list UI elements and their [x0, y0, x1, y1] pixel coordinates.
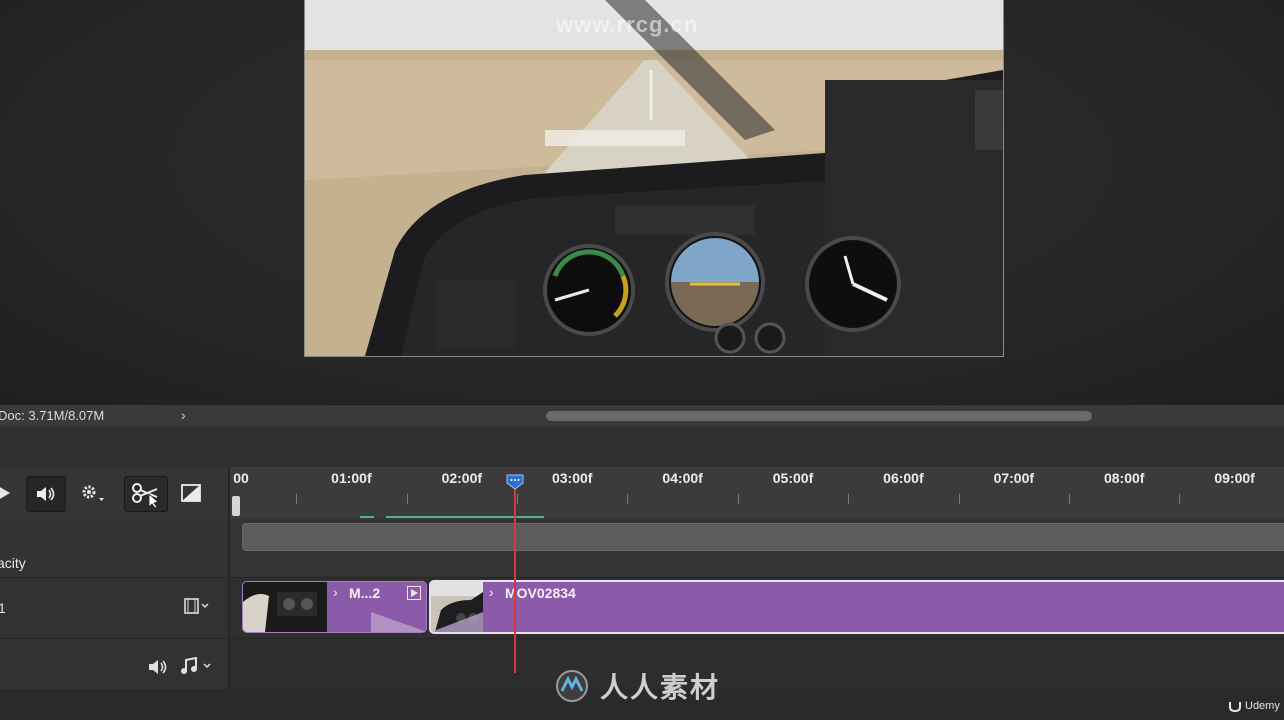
udemy-label: Udemy: [1245, 700, 1280, 712]
ruler-tick-mark: [1069, 494, 1070, 504]
work-area-start-handle[interactable]: [232, 496, 240, 516]
timeline-controls: [0, 467, 228, 519]
speaker-icon: [149, 660, 167, 674]
ruler-tick-mark: [517, 494, 518, 504]
clip-expand-chevron[interactable]: ›: [489, 584, 494, 600]
rrcg-logo-icon: [556, 670, 588, 702]
ruler-tick-mark: [1179, 494, 1181, 504]
add-audio-menu[interactable]: [180, 656, 216, 680]
watermark-logo: 人人素材: [552, 668, 720, 704]
horizontal-scrollbar-thumb[interactable]: [546, 411, 1092, 421]
music-note-icon: [181, 656, 211, 674]
video-layer-header[interactable]: 1: [0, 578, 228, 639]
ruler-tick-mark: [406, 494, 408, 504]
ruler-time-label: 08:00f: [1103, 470, 1145, 486]
opacity-row-header[interactable]: acity: [0, 519, 228, 578]
audio-track[interactable]: [230, 639, 1284, 689]
clip-thumbnail: [243, 582, 327, 632]
clip-expand-chevron[interactable]: ›: [333, 584, 338, 600]
ruler-time-label: 01:00f: [331, 470, 372, 486]
fade-out-handle[interactable]: [371, 612, 427, 632]
udemy-logo-icon: [1229, 702, 1241, 712]
video-clip[interactable]: › M...2: [242, 581, 427, 633]
ruler-time-label: 04:00f: [662, 470, 703, 486]
opacity-track[interactable]: [230, 519, 1284, 578]
ruler-time-label: 07:00f: [993, 470, 1035, 486]
doc-size-readout: Doc: 3.71M/8.07M: [0, 408, 105, 423]
transition-button[interactable]: [178, 476, 204, 510]
ruler-time-label: 05:00f: [772, 470, 814, 486]
playhead-line[interactable]: [514, 483, 516, 673]
ruler-tick-mark: [737, 494, 739, 504]
video-track[interactable]: › M...2 › MOV02834: [230, 578, 1284, 639]
play-button[interactable]: [0, 476, 14, 510]
document-canvas: www.rrcg.cn: [0, 0, 1284, 404]
video-clip[interactable]: › MOV02834: [429, 580, 1284, 634]
fade-in-handle[interactable]: [431, 612, 483, 632]
settings-button[interactable]: [78, 476, 108, 510]
transition-icon: [181, 484, 201, 502]
audio-track-header[interactable]: [0, 639, 228, 689]
play-icon: [0, 487, 10, 499]
audio-toggle-button[interactable]: [26, 476, 66, 512]
audio-mute-button[interactable]: [148, 659, 168, 680]
split-clip-button[interactable]: [124, 476, 168, 512]
cache-indicator: [386, 516, 544, 518]
status-bar: Doc: 3.71M/8.07M ›: [0, 404, 1284, 427]
clip-name: M...2: [349, 585, 381, 601]
clip-menu-icon[interactable]: [407, 586, 421, 600]
scissors-icon: [132, 483, 159, 508]
timeline-header: [0, 427, 1284, 467]
video-layer-name: 1: [0, 600, 6, 616]
ruler-tick-mark: [296, 494, 298, 504]
playhead-handle[interactable]: [505, 474, 525, 490]
ruler-time-label: 03:00f: [551, 470, 593, 486]
watermark-text: www.rrcg.cn: [556, 12, 699, 37]
add-media-menu[interactable]: [184, 598, 210, 618]
watermark-text: 人人素材: [600, 672, 721, 703]
film-icon: [184, 598, 209, 614]
udemy-badge: Udemy: [1228, 700, 1280, 712]
gear-icon: [82, 485, 104, 501]
speaker-icon: [37, 487, 55, 501]
ruler-tick-mark: [848, 494, 850, 504]
ruler-tick-mark: [627, 494, 629, 504]
ruler-time-label: 00: [233, 470, 249, 486]
cockpit-video-frame-image: [305, 0, 1003, 356]
ruler-tick-mark: [958, 494, 960, 504]
opacity-keyframe-bar[interactable]: [242, 523, 1284, 551]
ruler-time-label: 02:00f: [441, 470, 483, 486]
cache-indicator: [360, 516, 374, 518]
opacity-label: acity: [0, 555, 26, 571]
ruler-time-label: 06:00f: [883, 470, 924, 486]
ruler-time-label: 09:00f: [1214, 470, 1255, 486]
status-menu-arrow[interactable]: ›: [181, 407, 186, 423]
video-preview-frame[interactable]: [304, 0, 1004, 357]
